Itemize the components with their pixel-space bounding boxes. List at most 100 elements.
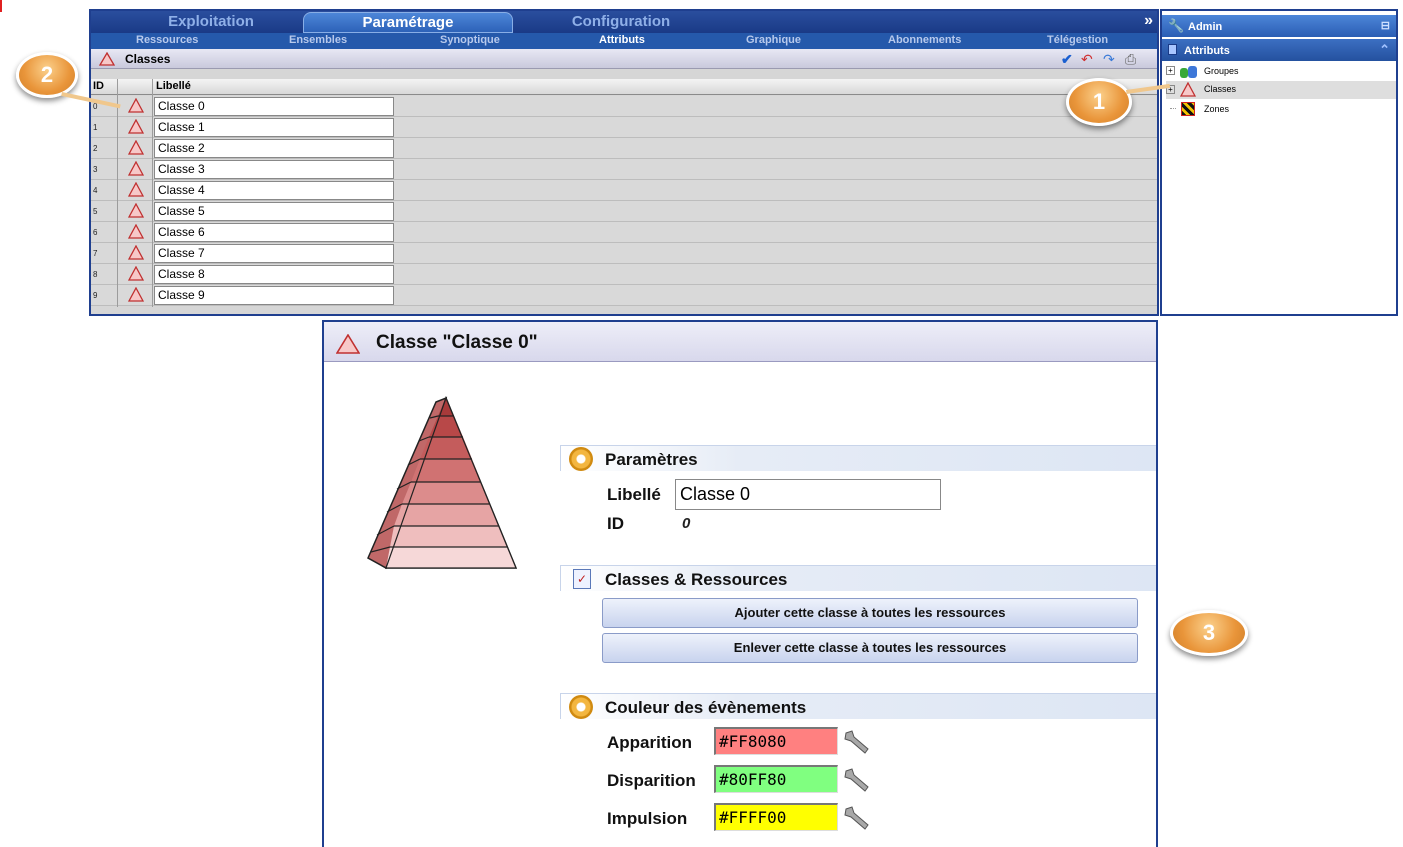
row-label-field[interactable]: Classe 4 — [154, 181, 394, 200]
panel-toggle-icon[interactable]: ⊟ — [1381, 19, 1390, 32]
row-id: 5 — [93, 207, 98, 216]
tab-exploitation[interactable]: Exploitation — [121, 12, 301, 33]
hazard-stripes-icon — [1181, 102, 1195, 116]
pyramid-icon — [128, 98, 144, 113]
id-label: ID — [607, 514, 624, 533]
remove-class-from-all-button[interactable]: Enlever cette classe à toutes les ressou… — [602, 633, 1138, 663]
table-row[interactable]: 1 Classe 1 — [91, 117, 1157, 138]
row-label-field[interactable]: Classe 6 — [154, 223, 394, 242]
row-label-field[interactable]: Classe 9 — [154, 286, 394, 305]
classes-panel-title: Classes — [125, 52, 171, 66]
navigation-tree-panel: 🔧 Admin ⊟ Attributs ⌃ + Groupes + Classe… — [1160, 9, 1398, 316]
tree-connector — [1170, 108, 1176, 109]
pyramid-icon — [128, 203, 144, 218]
row-label-field[interactable]: Classe 8 — [154, 265, 394, 284]
row-label-field[interactable]: Classe 1 — [154, 118, 394, 137]
pyramid-icon — [336, 334, 360, 354]
libelle-input[interactable]: Classe 0 — [675, 479, 941, 510]
section-classes-ressources: ✓ Classes & Ressources — [560, 565, 1156, 591]
section-title: Couleur des évènements — [605, 698, 807, 717]
pyramid-icon — [128, 245, 144, 260]
table-row[interactable]: 5 Classe 5 — [91, 201, 1157, 222]
tree-item-label: Zones — [1204, 104, 1230, 114]
row-label-field[interactable]: Classe 5 — [154, 202, 394, 221]
tree-user-header[interactable]: 🔧 Admin ⊟ — [1162, 15, 1396, 37]
row-id: 4 — [93, 186, 98, 195]
table-row[interactable]: 3 Classe 3 — [91, 159, 1157, 180]
subnav-telegestion[interactable]: Télégestion — [1047, 34, 1108, 46]
pyramid-icon — [128, 224, 144, 239]
subnav-abonnements[interactable]: Abonnements — [888, 34, 961, 46]
impulsion-color-field[interactable]: #FFFF00 — [714, 803, 838, 831]
apparition-color-field[interactable]: #FF8080 — [714, 727, 838, 755]
callout-badge-2: 2 — [16, 52, 78, 98]
app-window: Exploitation Paramétrage Configuration »… — [89, 9, 1159, 316]
row-label-field[interactable]: Classe 2 — [154, 139, 394, 158]
subnav-attributs[interactable]: Attributs — [599, 34, 645, 46]
wrench-icon[interactable] — [842, 729, 872, 755]
wrench-icon[interactable] — [842, 767, 872, 793]
disparition-color-field[interactable]: #80FF80 — [714, 765, 838, 793]
pyramid-icon — [128, 140, 144, 155]
row-id: 9 — [93, 291, 98, 300]
section-title: Classes & Ressources — [605, 570, 788, 589]
subnav-synoptique[interactable]: Synoptique — [440, 34, 500, 46]
tree-section-header[interactable]: Attributs ⌃ — [1162, 39, 1396, 61]
class-pyramid-illustration — [367, 396, 518, 570]
subnav-ensembles[interactable]: Ensembles — [289, 34, 347, 46]
tab-configuration[interactable]: Configuration — [521, 12, 721, 33]
cancel-icon[interactable]: ↶ — [1081, 51, 1093, 68]
table-row[interactable]: 0 Classe 0 — [91, 96, 1157, 117]
callout-badge-1: 1 — [1066, 78, 1132, 126]
row-id: 3 — [93, 165, 98, 174]
apparition-label: Apparition — [607, 733, 692, 752]
collapse-icon[interactable]: ⌃ — [1379, 42, 1390, 58]
print-icon[interactable]: ⎙ — [1125, 51, 1136, 68]
class-detail-panel: Classe "Classe 0" Paramètres Libellé Cla… — [322, 320, 1158, 847]
id-value: 0 — [682, 515, 691, 532]
subnav-graphique[interactable]: Graphique — [746, 34, 801, 46]
pyramid-icon — [128, 287, 144, 302]
row-id: 7 — [93, 249, 98, 258]
row-label-field[interactable]: Classe 3 — [154, 160, 394, 179]
detail-header: Classe "Classe 0" — [324, 322, 1156, 362]
attributes-book-icon — [1168, 44, 1177, 55]
row-id: 1 — [93, 123, 98, 132]
column-label-header[interactable]: Libellé — [156, 80, 191, 92]
table-row[interactable]: 7 Classe 7 — [91, 243, 1157, 264]
libelle-label: Libellé — [607, 485, 661, 504]
tree-user-label: Admin — [1188, 21, 1223, 33]
tree-item-label: Classes — [1204, 84, 1237, 94]
table-row[interactable]: 6 Classe 6 — [91, 222, 1157, 243]
table-row[interactable]: 4 Classe 4 — [91, 180, 1157, 201]
expand-plus-icon[interactable]: + — [1166, 66, 1175, 75]
column-id-header[interactable]: ID — [93, 80, 104, 92]
section-couleur-evenements: Couleur des évènements — [560, 693, 1156, 719]
tree-item-zones[interactable]: Zones — [1166, 101, 1396, 119]
impulsion-label: Impulsion — [607, 809, 688, 828]
row-label-field[interactable]: Classe 0 — [154, 97, 394, 116]
tree-section-label: Attributs — [1184, 45, 1230, 57]
expand-chevron-icon[interactable]: » — [1144, 12, 1153, 30]
sub-navigation: Ressources Ensembles Synoptique Attribut… — [91, 33, 1157, 49]
row-label-field[interactable]: Classe 7 — [154, 244, 394, 263]
table-row[interactable]: 2 Classe 2 — [91, 138, 1157, 159]
pyramid-icon — [128, 161, 144, 176]
disparition-label: Disparition — [607, 771, 696, 790]
validate-check-icon[interactable]: ✔ — [1061, 51, 1073, 68]
tree-item-classes[interactable]: + Classes — [1166, 81, 1396, 99]
tree-item-groupes[interactable]: + Groupes — [1166, 63, 1396, 81]
wrench-icon[interactable] — [842, 805, 872, 831]
checklist-icon: ✓ — [573, 569, 591, 589]
tab-parametrage[interactable]: Paramétrage — [303, 12, 513, 33]
subnav-ressources[interactable]: Ressources — [136, 34, 198, 46]
table-row[interactable]: 9 Classe 9 — [91, 285, 1157, 306]
refresh-icon[interactable]: ↷ — [1103, 51, 1115, 68]
pyramid-icon — [128, 266, 144, 281]
section-parametres: Paramètres — [560, 445, 1156, 471]
table-row[interactable]: 8 Classe 8 — [91, 264, 1157, 285]
row-id: 6 — [93, 228, 98, 237]
add-class-to-all-button[interactable]: Ajouter cette classe à toutes les ressou… — [602, 598, 1138, 628]
gear-icon — [569, 447, 593, 471]
pyramid-icon — [1180, 82, 1196, 97]
